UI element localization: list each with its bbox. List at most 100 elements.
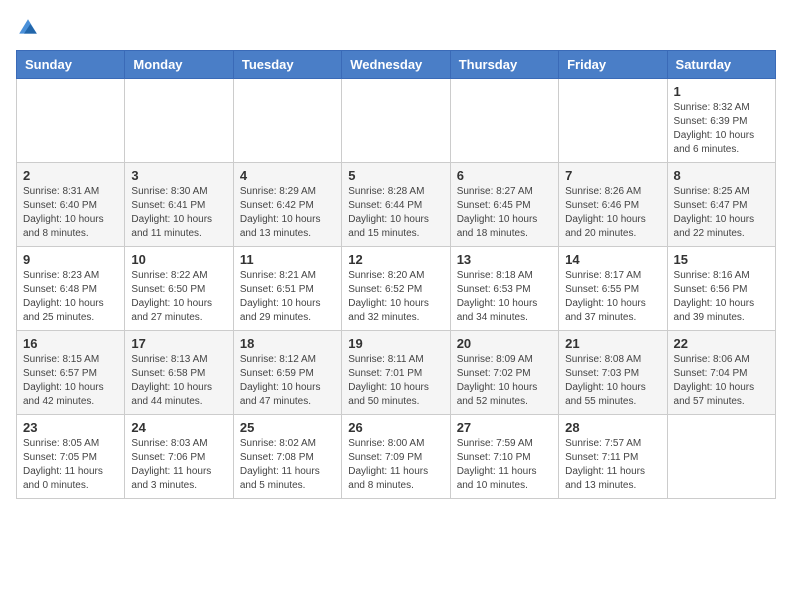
calendar-cell: 26 Sunrise: 8:00 AM Sunset: 7:09 PM Dayli… — [342, 415, 450, 499]
calendar-cell: 12 Sunrise: 8:20 AM Sunset: 6:52 PM Dayli… — [342, 247, 450, 331]
day-number: 8 — [674, 168, 769, 183]
calendar-cell: 11 Sunrise: 8:21 AM Sunset: 6:51 PM Dayli… — [233, 247, 341, 331]
calendar-cell: 6 Sunrise: 8:27 AM Sunset: 6:45 PM Daylig… — [450, 163, 558, 247]
calendar-cell: 28 Sunrise: 7:57 AM Sunset: 7:11 PM Dayli… — [559, 415, 667, 499]
calendar-cell: 22Sunrise: 8:06 AM Sunset: 7:04 PM Dayli… — [667, 331, 775, 415]
calendar-cell: 5 Sunrise: 8:28 AM Sunset: 6:44 PM Daylig… — [342, 163, 450, 247]
logo-icon — [16, 16, 40, 40]
calendar-cell: 25 Sunrise: 8:02 AM Sunset: 7:08 PM Dayli… — [233, 415, 341, 499]
day-number: 13 — [457, 252, 552, 267]
calendar-cell: 18 Sunrise: 8:12 AM Sunset: 6:59 PM Dayli… — [233, 331, 341, 415]
calendar-cell — [450, 79, 558, 163]
calendar-cell — [559, 79, 667, 163]
day-number: 26 — [348, 420, 443, 435]
day-number: 27 — [457, 420, 552, 435]
day-info: Sunrise: 8:20 AM Sunset: 6:52 PM Dayligh… — [348, 269, 443, 325]
day-info: Sunrise: 8:03 AM Sunset: 7:06 PM Dayligh… — [131, 437, 226, 493]
day-number: 25 — [240, 420, 335, 435]
calendar: SundayMondayTuesdayWednesdayThursdayFrid… — [16, 50, 776, 499]
calendar-week-3: 9 Sunrise: 8:23 AM Sunset: 6:48 PM Daylig… — [17, 247, 776, 331]
day-info: Sunrise: 8:26 AM Sunset: 6:46 PM Dayligh… — [565, 185, 660, 241]
day-info: Sunrise: 7:57 AM Sunset: 7:11 PM Dayligh… — [565, 437, 660, 493]
calendar-cell: 23 Sunrise: 8:05 AM Sunset: 7:05 PM Dayli… — [17, 415, 125, 499]
day-info: Sunrise: 8:17 AM Sunset: 6:55 PM Dayligh… — [565, 269, 660, 325]
calendar-week-4: 16 Sunrise: 8:15 AM Sunset: 6:57 PM Dayli… — [17, 331, 776, 415]
day-number: 18 — [240, 336, 335, 351]
calendar-header-row: SundayMondayTuesdayWednesdayThursdayFrid… — [17, 51, 776, 79]
day-number: 6 — [457, 168, 552, 183]
day-info: Sunrise: 8:13 AM Sunset: 6:58 PM Dayligh… — [131, 353, 226, 409]
day-number: 11 — [240, 252, 335, 267]
calendar-cell: 2Sunrise: 8:31 AM Sunset: 6:40 PM Daylig… — [17, 163, 125, 247]
day-header-monday: Monday — [125, 51, 233, 79]
calendar-cell: 14 Sunrise: 8:17 AM Sunset: 6:55 PM Dayli… — [559, 247, 667, 331]
calendar-cell: 24 Sunrise: 8:03 AM Sunset: 7:06 PM Dayli… — [125, 415, 233, 499]
day-number: 24 — [131, 420, 226, 435]
calendar-cell: 7Sunrise: 8:26 AM Sunset: 6:46 PM Daylig… — [559, 163, 667, 247]
header — [16, 16, 776, 40]
day-number: 14 — [565, 252, 660, 267]
day-info: Sunrise: 8:28 AM Sunset: 6:44 PM Dayligh… — [348, 185, 443, 241]
calendar-cell — [125, 79, 233, 163]
day-header-wednesday: Wednesday — [342, 51, 450, 79]
day-number: 10 — [131, 252, 226, 267]
day-info: Sunrise: 8:05 AM Sunset: 7:05 PM Dayligh… — [23, 437, 118, 493]
day-info: Sunrise: 8:23 AM Sunset: 6:48 PM Dayligh… — [23, 269, 118, 325]
day-number: 3 — [131, 168, 226, 183]
calendar-cell: 9 Sunrise: 8:23 AM Sunset: 6:48 PM Daylig… — [17, 247, 125, 331]
day-number: 9 — [23, 252, 118, 267]
calendar-cell: 17 Sunrise: 8:13 AM Sunset: 6:58 PM Dayli… — [125, 331, 233, 415]
day-info: Sunrise: 8:21 AM Sunset: 6:51 PM Dayligh… — [240, 269, 335, 325]
calendar-week-2: 2Sunrise: 8:31 AM Sunset: 6:40 PM Daylig… — [17, 163, 776, 247]
day-number: 1 — [674, 84, 769, 99]
calendar-cell: 8 Sunrise: 8:25 AM Sunset: 6:47 PM Daylig… — [667, 163, 775, 247]
calendar-week-5: 23 Sunrise: 8:05 AM Sunset: 7:05 PM Dayli… — [17, 415, 776, 499]
calendar-cell: 15 Sunrise: 8:16 AM Sunset: 6:56 PM Dayli… — [667, 247, 775, 331]
calendar-cell — [667, 415, 775, 499]
day-number: 16 — [23, 336, 118, 351]
calendar-week-1: 1 Sunrise: 8:32 AM Sunset: 6:39 PM Daylig… — [17, 79, 776, 163]
day-header-tuesday: Tuesday — [233, 51, 341, 79]
calendar-cell: 20Sunrise: 8:09 AM Sunset: 7:02 PM Dayli… — [450, 331, 558, 415]
calendar-cell: 27Sunrise: 7:59 AM Sunset: 7:10 PM Dayli… — [450, 415, 558, 499]
day-number: 17 — [131, 336, 226, 351]
day-number: 12 — [348, 252, 443, 267]
day-number: 28 — [565, 420, 660, 435]
day-number: 21 — [565, 336, 660, 351]
day-info: Sunrise: 8:22 AM Sunset: 6:50 PM Dayligh… — [131, 269, 226, 325]
day-info: Sunrise: 8:30 AM Sunset: 6:41 PM Dayligh… — [131, 185, 226, 241]
day-number: 19 — [348, 336, 443, 351]
calendar-cell: 4 Sunrise: 8:29 AM Sunset: 6:42 PM Daylig… — [233, 163, 341, 247]
day-info: Sunrise: 8:12 AM Sunset: 6:59 PM Dayligh… — [240, 353, 335, 409]
calendar-cell — [342, 79, 450, 163]
day-header-thursday: Thursday — [450, 51, 558, 79]
day-info: Sunrise: 8:31 AM Sunset: 6:40 PM Dayligh… — [23, 185, 118, 241]
day-info: Sunrise: 8:11 AM Sunset: 7:01 PM Dayligh… — [348, 353, 443, 409]
day-number: 5 — [348, 168, 443, 183]
day-number: 22 — [674, 336, 769, 351]
calendar-cell: 1 Sunrise: 8:32 AM Sunset: 6:39 PM Daylig… — [667, 79, 775, 163]
day-header-saturday: Saturday — [667, 51, 775, 79]
day-number: 23 — [23, 420, 118, 435]
day-info: Sunrise: 8:25 AM Sunset: 6:47 PM Dayligh… — [674, 185, 769, 241]
day-info: Sunrise: 8:02 AM Sunset: 7:08 PM Dayligh… — [240, 437, 335, 493]
day-number: 4 — [240, 168, 335, 183]
calendar-cell: 21 Sunrise: 8:08 AM Sunset: 7:03 PM Dayli… — [559, 331, 667, 415]
day-header-sunday: Sunday — [17, 51, 125, 79]
day-info: Sunrise: 8:15 AM Sunset: 6:57 PM Dayligh… — [23, 353, 118, 409]
day-info: Sunrise: 8:29 AM Sunset: 6:42 PM Dayligh… — [240, 185, 335, 241]
day-info: Sunrise: 8:27 AM Sunset: 6:45 PM Dayligh… — [457, 185, 552, 241]
day-header-friday: Friday — [559, 51, 667, 79]
day-info: Sunrise: 8:00 AM Sunset: 7:09 PM Dayligh… — [348, 437, 443, 493]
day-info: Sunrise: 8:09 AM Sunset: 7:02 PM Dayligh… — [457, 353, 552, 409]
day-info: Sunrise: 8:16 AM Sunset: 6:56 PM Dayligh… — [674, 269, 769, 325]
day-number: 15 — [674, 252, 769, 267]
calendar-cell: 10 Sunrise: 8:22 AM Sunset: 6:50 PM Dayli… — [125, 247, 233, 331]
calendar-cell: 3 Sunrise: 8:30 AM Sunset: 6:41 PM Daylig… — [125, 163, 233, 247]
day-info: Sunrise: 8:08 AM Sunset: 7:03 PM Dayligh… — [565, 353, 660, 409]
calendar-cell: 19 Sunrise: 8:11 AM Sunset: 7:01 PM Dayli… — [342, 331, 450, 415]
calendar-cell — [17, 79, 125, 163]
day-info: Sunrise: 8:32 AM Sunset: 6:39 PM Dayligh… — [674, 101, 769, 157]
calendar-cell: 13Sunrise: 8:18 AM Sunset: 6:53 PM Dayli… — [450, 247, 558, 331]
calendar-cell — [233, 79, 341, 163]
